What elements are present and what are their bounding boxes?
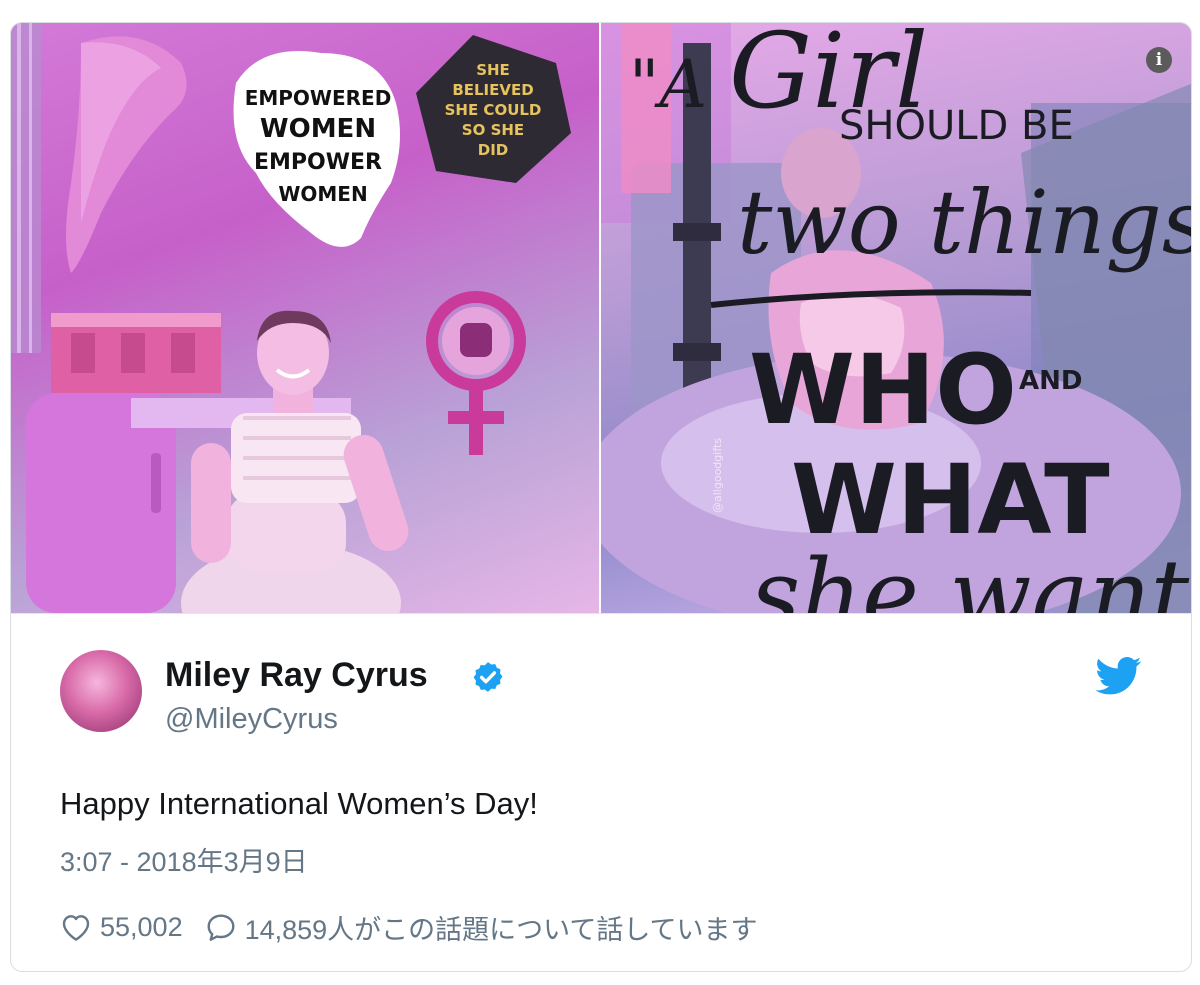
tweet-actions: 55,002 14,859人がこの話題について話しています <box>60 907 758 947</box>
quote-line-open: "A <box>629 46 707 123</box>
sticker-believed-line5: DID <box>478 141 508 159</box>
quote-line-and: AND <box>1019 366 1082 396</box>
tweet-text: Happy International Women’s Day! <box>60 786 538 821</box>
tweet-body: Miley Ray Cyrus @MileyCyrus Happy Intern… <box>11 613 1191 971</box>
twitter-bird-icon[interactable] <box>1096 656 1142 696</box>
like-count[interactable]: 55,002 <box>100 912 183 943</box>
photo-left-art: EMPOWERED WOMEN EMPOWER WOMEN SHE BELIEV… <box>11 23 571 613</box>
quote-line-two-things: two things: <box>737 171 1192 274</box>
sticker-believed-line2: BELIEVED <box>452 81 533 99</box>
display-name[interactable]: Miley Ray Cyrus <box>165 656 428 695</box>
sticker-believed-line1: SHE <box>476 61 510 79</box>
reply-count-text[interactable]: 14,859人がこの話題について話しています <box>245 908 758 947</box>
quote-line-who: WHO <box>749 334 1017 446</box>
sticker-empowered-line2: WOMEN <box>260 114 376 144</box>
quote-line-should-be: SHOULD BE <box>839 103 1074 149</box>
tweet-media[interactable]: EMPOWERED WOMEN EMPOWER WOMEN SHE BELIEV… <box>11 23 1192 613</box>
quote-line-she-wants: she wants" <box>751 539 1192 613</box>
sticker-empowered-line4: WOMEN <box>278 182 367 206</box>
user-handle[interactable]: @MileyCyrus <box>165 703 338 736</box>
photo-right-art: @allgoodgifts "A Girl SHOULD BE two thin… <box>601 23 1192 613</box>
info-icon[interactable]: i <box>1146 47 1172 73</box>
tweet-timestamp[interactable]: 3:07 - 2018年3月9日 <box>60 840 308 879</box>
photo-left[interactable]: EMPOWERED WOMEN EMPOWER WOMEN SHE BELIEV… <box>11 23 599 613</box>
avatar[interactable] <box>60 650 142 732</box>
sticker-empowered-line1: EMPOWERED <box>245 86 392 110</box>
right-photo-watermark: @allgoodgifts <box>711 438 724 513</box>
sticker-empowered-line3: EMPOWER <box>254 150 382 175</box>
sticker-believed-line3: SHE COULD <box>445 101 542 119</box>
photo-right[interactable]: @allgoodgifts "A Girl SHOULD BE two thin… <box>601 23 1192 613</box>
embedded-tweet-card[interactable]: EMPOWERED WOMEN EMPOWER WOMEN SHE BELIEV… <box>10 22 1192 972</box>
reply-bubble-icon[interactable] <box>205 912 237 942</box>
sticker-believed-line4: SO SHE <box>462 121 524 139</box>
verified-badge-icon <box>473 662 503 692</box>
heart-icon[interactable] <box>60 912 92 942</box>
